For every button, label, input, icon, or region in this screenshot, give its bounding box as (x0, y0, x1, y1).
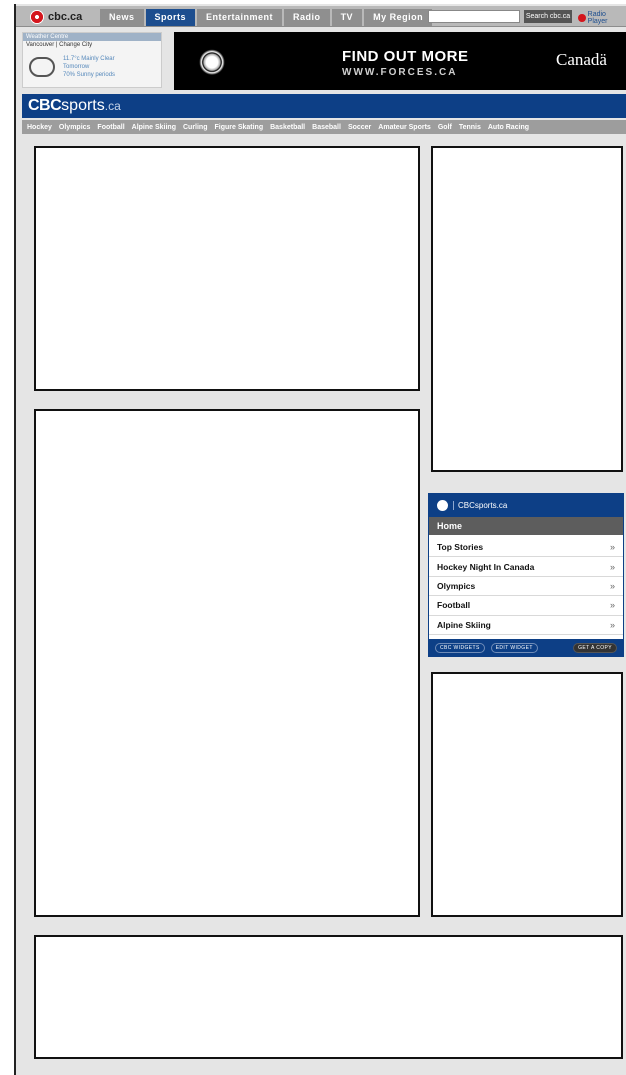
tab-my-region[interactable]: My Region (364, 9, 433, 26)
widget-item-alpine-skiing[interactable]: Alpine Skiing » (429, 616, 623, 635)
radio-link-label: Radio Player (587, 11, 608, 25)
get-copy-button[interactable]: GET A COPY (573, 642, 617, 653)
sport-nav-basketball[interactable]: Basketball (270, 124, 305, 131)
widget-item-label: Olympics (437, 580, 476, 591)
sport-nav-baseball[interactable]: Baseball (312, 124, 341, 131)
sport-nav-olympics[interactable]: Olympics (59, 124, 91, 131)
widget-item-label: Top Stories (437, 542, 484, 553)
weather-widget: Weather Centre Vancouver | Change City 1… (22, 32, 162, 88)
widget-item-top-stories[interactable]: Top Stories » (429, 538, 623, 558)
section-header: CBCsports.ca (22, 94, 626, 118)
ad-cta: FIND OUT MORE (342, 48, 469, 65)
tab-sports[interactable]: Sports (145, 9, 196, 26)
weather-header: Weather Centre (23, 33, 161, 41)
cbc-logo[interactable]: cbc.ca (30, 8, 82, 25)
cbc-logo-text: cbc.ca (48, 10, 83, 23)
weather-current: 11.7°c Mainly Clear (63, 56, 115, 62)
cbcsports-widget: CBCsports.ca Home Top Stories » Hockey N… (428, 493, 624, 657)
widget-header: CBCsports.ca (429, 494, 623, 517)
chevron-right-icon: » (609, 542, 615, 553)
weather-conditions: 11.7°c Mainly Clear Tomorrow 70% Sunny p… (63, 55, 115, 79)
search-input[interactable] (428, 10, 520, 23)
sport-nav-football[interactable]: Football (97, 124, 124, 131)
widget-item-hockey-night[interactable]: Hockey Night In Canada » (429, 557, 623, 577)
sport-nav-amateur-sports[interactable]: Amateur Sports (378, 124, 431, 131)
edit-widget-button[interactable]: EDIT WIDGET (490, 642, 538, 653)
chevron-right-icon: » (609, 561, 615, 572)
brand-prefix: CBC (28, 97, 62, 114)
widget-item-football[interactable]: Football » (429, 596, 623, 616)
widget-item-olympics[interactable]: Olympics » (429, 577, 623, 597)
nav-tabs: News Sports Entertainment Radio TV My Re… (100, 9, 433, 26)
tab-entertainment[interactable]: Entertainment (197, 9, 283, 26)
widget-item-label: Alpine Skiing (437, 619, 491, 630)
chevron-right-icon: » (609, 600, 615, 611)
cloud-icon (29, 57, 55, 77)
sport-navigation: Hockey Olympics Football Alpine Skiing C… (22, 120, 626, 134)
cbcsports-logo[interactable]: CBCsports.ca (28, 97, 121, 115)
sport-nav-soccer[interactable]: Soccer (348, 124, 371, 131)
sport-nav-curling[interactable]: Curling (183, 124, 208, 131)
footer-placeholder (34, 935, 623, 1059)
chevron-right-icon: » (609, 619, 615, 630)
cbc-gem-icon (30, 9, 44, 24)
top-navigation: cbc.ca News Sports Entertainment Radio T… (16, 6, 626, 27)
tab-tv[interactable]: TV (331, 9, 363, 26)
content-placeholder-main (34, 409, 420, 917)
content-placeholder-top (34, 146, 420, 391)
weather-forecast: 70% Sunny periods (63, 72, 116, 78)
sport-nav-tennis[interactable]: Tennis (459, 124, 481, 131)
sport-nav-figure-skating[interactable]: Figure Skating (214, 124, 263, 131)
widget-logo: CBCsports.ca (453, 501, 507, 510)
ad-url: WWW.FORCES.CA (342, 67, 458, 78)
tab-news[interactable]: News (100, 9, 144, 26)
widget-item-label: Football (437, 600, 471, 611)
sport-nav-hockey[interactable]: Hockey (27, 124, 52, 131)
cbc-widgets-button[interactable]: CBC WIDGETS (435, 642, 485, 653)
canada-wordmark: Canadä (556, 50, 607, 69)
radio-player-link[interactable]: Radio Player (578, 11, 626, 25)
tab-radio[interactable]: Radio (284, 9, 330, 26)
brand-tld: .ca (104, 99, 121, 113)
chevron-right-icon: » (609, 580, 615, 591)
brand-name: sports (61, 97, 105, 114)
forces-crest-icon (196, 38, 228, 82)
weather-city[interactable]: Vancouver | Change City (23, 41, 161, 49)
sidebar-placeholder-bottom (431, 672, 623, 917)
search-button[interactable]: Search cbc.ca (524, 10, 572, 23)
radio-icon (578, 14, 586, 22)
widget-item-label: Hockey Night In Canada (437, 561, 535, 572)
cbc-gem-icon (437, 500, 448, 511)
widget-list: Top Stories » Hockey Night In Canada » O… (429, 535, 623, 635)
weather-tomorrow: Tomorrow (63, 64, 90, 70)
ad-banner[interactable]: FIND OUT MORE WWW.FORCES.CA Canadä (174, 32, 626, 90)
widget-footer: CBC WIDGETS EDIT WIDGET GET A COPY (429, 639, 623, 656)
sport-nav-alpine-skiing[interactable]: Alpine Skiing (132, 124, 176, 131)
sport-nav-golf[interactable]: Golf (438, 124, 452, 131)
sport-nav-auto-racing[interactable]: Auto Racing (488, 124, 529, 131)
sidebar-placeholder-top (431, 146, 623, 472)
widget-tab-home[interactable]: Home (429, 517, 623, 535)
